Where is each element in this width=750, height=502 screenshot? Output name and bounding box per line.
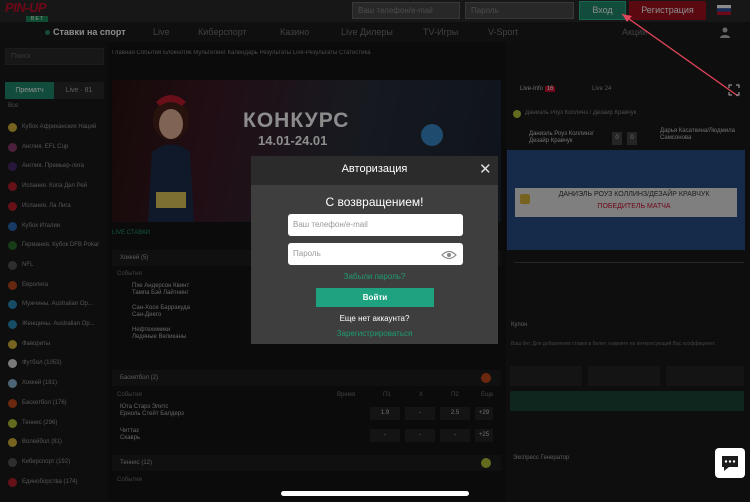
modal-phone-input[interactable]: Ваш телефон/e-mail — [288, 214, 463, 236]
enter-button[interactable]: Войти — [316, 288, 434, 307]
chat-button[interactable] — [715, 448, 745, 478]
expand-icon[interactable] — [728, 84, 740, 96]
chat-icon — [722, 456, 738, 471]
annotation-arrow-icon — [621, 13, 739, 97]
home-indicator[interactable] — [281, 491, 469, 496]
forgot-password-link[interactable]: Забыли пароль? — [251, 272, 498, 281]
no-account-text: Еще нет аккаунта? — [339, 314, 410, 323]
modal-welcome: С возвращением! — [325, 195, 424, 209]
close-icon[interactable]: ✕ — [479, 160, 492, 178]
modal-password-input[interactable]: Пароль — [288, 243, 463, 265]
modal-title: Авторизация — [341, 163, 408, 175]
register-link[interactable]: Зарегистрироваться — [251, 329, 498, 338]
eye-icon[interactable] — [441, 250, 457, 260]
